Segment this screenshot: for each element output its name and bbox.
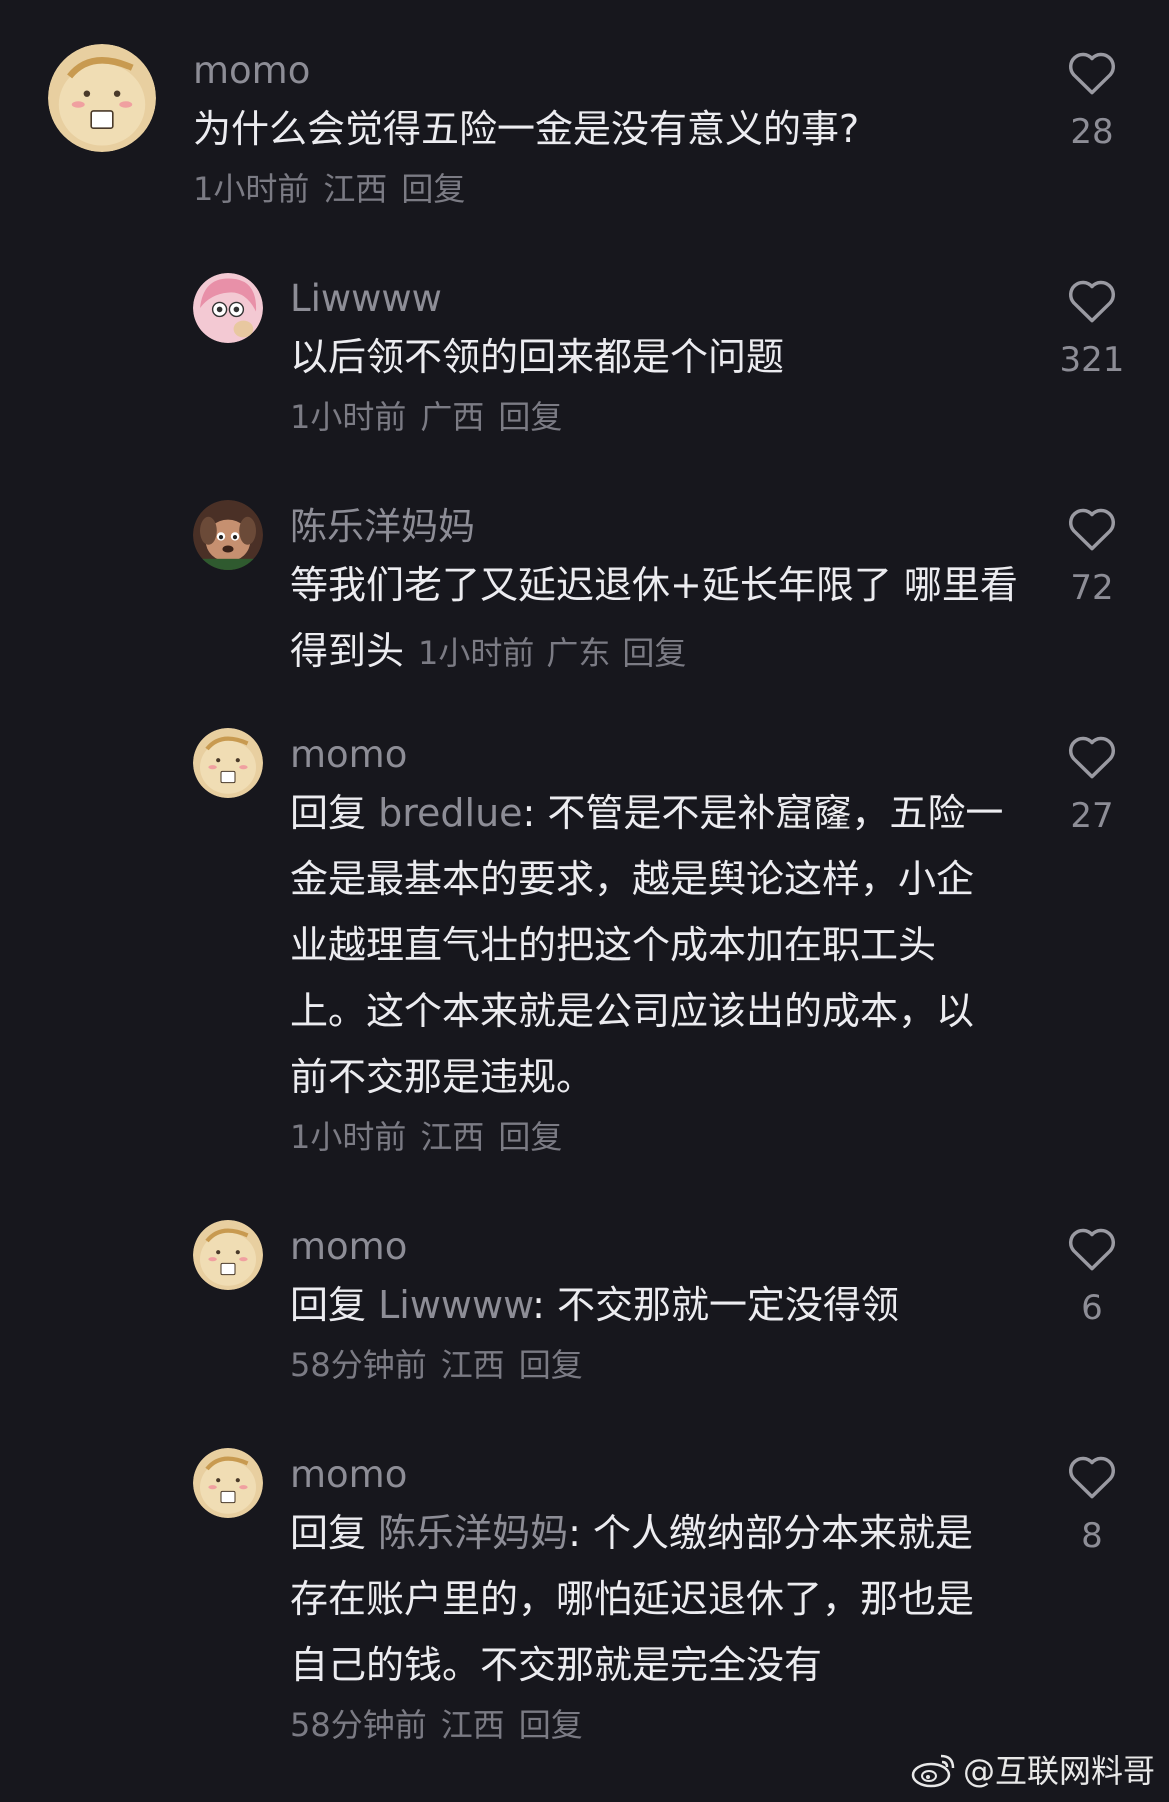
comment-time: 1小时前 bbox=[418, 634, 535, 672]
heart-icon bbox=[1068, 280, 1116, 323]
comment-username[interactable]: momo bbox=[193, 46, 1043, 96]
watermark-text: @互联网料哥 bbox=[962, 1752, 1155, 1790]
comment-time: 1小时前 bbox=[193, 170, 310, 208]
avatar[interactable] bbox=[193, 1448, 263, 1518]
comment-text: 回复 bredlue: 不管是不是补窟窿，五险一金是最基本的要求，越是舆论这样，… bbox=[290, 780, 1010, 1110]
comment-text: 等我们老了又延迟退休+延长年限了 哪里看得到头 1小时前 广东 回复 bbox=[290, 552, 1020, 686]
comment-text: 回复 陈乐洋妈妈: 个人缴纳部分本来就是存在账户里的，哪怕延迟退休了，那也是自己… bbox=[290, 1500, 1010, 1698]
potato-coffee-avatar-icon bbox=[48, 44, 156, 152]
comment-meta: 1小时前 江西 回复 bbox=[290, 1112, 1010, 1162]
reply-prefix: 回复 bbox=[290, 1511, 367, 1555]
avatar[interactable] bbox=[193, 1220, 263, 1290]
mention-link[interactable]: 陈乐洋妈妈 bbox=[378, 1511, 568, 1555]
like-count: 27 bbox=[1070, 796, 1114, 836]
comment-location: 广东 bbox=[546, 634, 611, 672]
reply-button[interactable]: 回复 bbox=[519, 1346, 583, 1384]
like-count: 72 bbox=[1070, 568, 1114, 608]
avatar[interactable] bbox=[193, 500, 263, 570]
heart-icon bbox=[1068, 736, 1116, 779]
comment-username[interactable]: momo bbox=[290, 1450, 1010, 1500]
comment-location: 江西 bbox=[420, 1118, 485, 1156]
comment-username[interactable]: momo bbox=[290, 730, 1010, 780]
avatar[interactable] bbox=[193, 728, 263, 798]
comment-time: 1小时前 bbox=[290, 1118, 407, 1156]
comment-location: 广西 bbox=[420, 398, 485, 436]
reply-button[interactable]: 回复 bbox=[498, 1118, 562, 1156]
comment-text-content: : 不交那就一定没得领 bbox=[532, 1283, 899, 1327]
reply-prefix: 回复 bbox=[290, 791, 367, 835]
reply-button[interactable]: 回复 bbox=[498, 398, 562, 436]
like-button[interactable]: 28 bbox=[1052, 48, 1132, 154]
avatar[interactable] bbox=[48, 44, 156, 152]
comment-username[interactable]: momo bbox=[290, 1222, 1020, 1272]
like-count: 8 bbox=[1081, 1516, 1103, 1556]
heart-icon bbox=[1068, 1456, 1116, 1499]
comment-location: 江西 bbox=[440, 1346, 505, 1384]
mention-link[interactable]: Liwwww bbox=[378, 1283, 532, 1327]
comment-time: 58分钟前 bbox=[290, 1346, 427, 1384]
reply-button[interactable]: 回复 bbox=[519, 1706, 583, 1744]
like-count: 6 bbox=[1081, 1288, 1103, 1328]
avatar[interactable] bbox=[193, 273, 263, 343]
comment-meta: 58分钟前 江西 回复 bbox=[290, 1700, 1010, 1750]
comment-time: 1小时前 bbox=[290, 398, 407, 436]
like-button[interactable]: 72 bbox=[1052, 504, 1132, 610]
like-button[interactable]: 321 bbox=[1052, 276, 1132, 382]
reply-button[interactable]: 回复 bbox=[401, 170, 465, 208]
like-count: 321 bbox=[1059, 340, 1125, 380]
comment-text: 为什么会觉得五险一金是没有意义的事? bbox=[193, 107, 860, 151]
like-button[interactable]: 6 bbox=[1052, 1224, 1132, 1330]
reply-button[interactable]: 回复 bbox=[622, 634, 686, 672]
comment-location: 江西 bbox=[323, 170, 388, 208]
comment-username[interactable]: 陈乐洋妈妈 bbox=[290, 502, 1020, 552]
heart-icon bbox=[1068, 508, 1116, 551]
weibo-logo-icon bbox=[911, 1754, 955, 1788]
like-count: 28 bbox=[1070, 112, 1114, 152]
like-button[interactable]: 8 bbox=[1052, 1452, 1132, 1558]
comment-text: 以后领不领的回来都是个问题 bbox=[290, 335, 785, 379]
heart-icon bbox=[1068, 1228, 1116, 1271]
cartoon-dog-avatar-icon bbox=[193, 500, 263, 570]
pink-hair-girl-avatar-icon bbox=[193, 273, 263, 343]
comment-username[interactable]: Liwwww bbox=[290, 274, 1020, 324]
like-button[interactable]: 27 bbox=[1052, 732, 1132, 838]
potato-coffee-avatar-icon bbox=[193, 1220, 263, 1290]
potato-coffee-avatar-icon bbox=[193, 1448, 263, 1518]
watermark: @互联网料哥 bbox=[911, 1746, 1155, 1792]
comment-meta: 58分钟前 江西 回复 bbox=[290, 1340, 1020, 1390]
mention-link[interactable]: bredlue bbox=[378, 791, 522, 835]
comment-text-content: : 不管是不是补窟窿，五险一金是最基本的要求，越是舆论这样，小企业越理直气壮的把… bbox=[290, 791, 1004, 1099]
potato-coffee-avatar-icon bbox=[193, 728, 263, 798]
comment-meta: 1小时前 广西 回复 bbox=[290, 392, 1020, 442]
comment-time: 58分钟前 bbox=[290, 1706, 427, 1744]
comment-meta: 1小时前 广东 回复 bbox=[418, 634, 698, 672]
heart-icon bbox=[1068, 52, 1116, 95]
comment-text: 回复 Liwwww: 不交那就一定没得领 bbox=[290, 1272, 1020, 1338]
comment-location: 江西 bbox=[440, 1706, 505, 1744]
reply-prefix: 回复 bbox=[290, 1283, 367, 1327]
comment-meta: 1小时前 江西 回复 bbox=[193, 164, 1043, 214]
